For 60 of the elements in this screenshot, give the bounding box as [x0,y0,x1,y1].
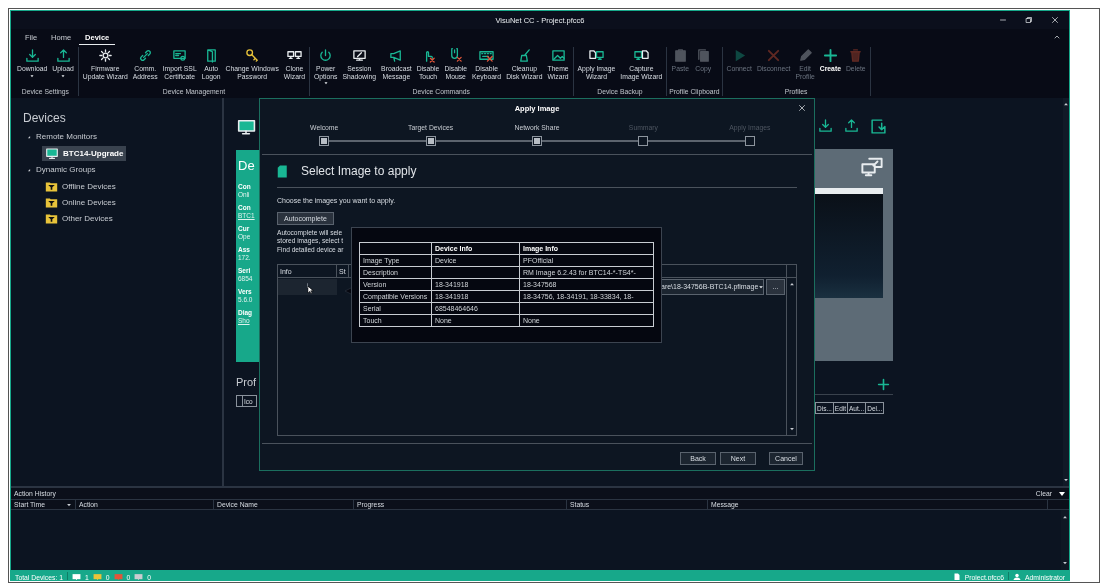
tree-item[interactable]: Dynamic Groups [23,162,99,177]
cross-icon [766,48,782,63]
arrow-up-icon [788,280,795,287]
document-monitor-icon [588,48,604,63]
copy-icon [695,48,711,63]
close-icon [798,104,806,112]
picture-icon [550,48,566,63]
plus-icon [877,378,890,391]
tree-item[interactable]: BTC14-Upgrade [42,146,127,161]
clipboard-icon [672,48,688,63]
export-icon [870,118,887,135]
pencil-icon [797,48,813,63]
power-icon [318,48,334,63]
scrollbar[interactable] [1063,98,1069,486]
section-heading: Select Image to apply [301,164,417,178]
arrow-down-icon [1063,477,1069,483]
mouse-icon [448,48,464,63]
download-icon [24,48,40,63]
close-icon [1051,16,1059,24]
scrollbar[interactable] [1061,510,1069,570]
section-title: Prof [236,376,257,388]
folder-filter-icon [45,196,58,209]
download-icon [818,118,833,133]
megaphone-icon [388,48,404,63]
gear-icon [97,48,113,63]
arrow-down-icon [788,425,795,432]
key-icon [244,48,260,63]
user-icon [1012,573,1021,580]
column-header [236,395,243,407]
tree-item[interactable]: Offline Devices [42,179,119,194]
caret-down-icon [758,283,765,290]
arrow-down-icon [1062,560,1068,566]
monitor-icon [351,48,367,63]
monitor-document-icon [633,48,649,63]
arrow-up-icon [1063,101,1069,107]
certificate-icon [172,48,188,63]
upload-icon [844,118,859,133]
tree-item[interactable]: Remote Monitors [23,129,100,144]
tree-item[interactable]: Other Devices [42,211,116,226]
sort-caret-icon [66,501,72,508]
plus-icon [822,48,838,63]
card-title: De [238,158,255,173]
chevron-up-icon [1053,33,1061,41]
document-icon [952,573,961,580]
link-icon [137,48,153,63]
folder-filter-icon [45,212,58,225]
monitor-icon [45,147,59,160]
monitor-icon [236,118,256,136]
minimize-icon [999,16,1007,24]
trash-icon [848,48,864,63]
panel-title: Devices [23,111,66,125]
monitors-icon [860,156,884,178]
tree-item[interactable]: Online Devices [42,195,119,210]
pointer-icon [307,284,315,295]
restore-icon [1025,16,1033,24]
upload-icon [55,48,71,63]
folder-filter-icon [45,180,58,193]
keyboard-icon [479,48,495,63]
arrow-up-icon [1062,514,1068,520]
collapse-icon [1058,489,1066,498]
